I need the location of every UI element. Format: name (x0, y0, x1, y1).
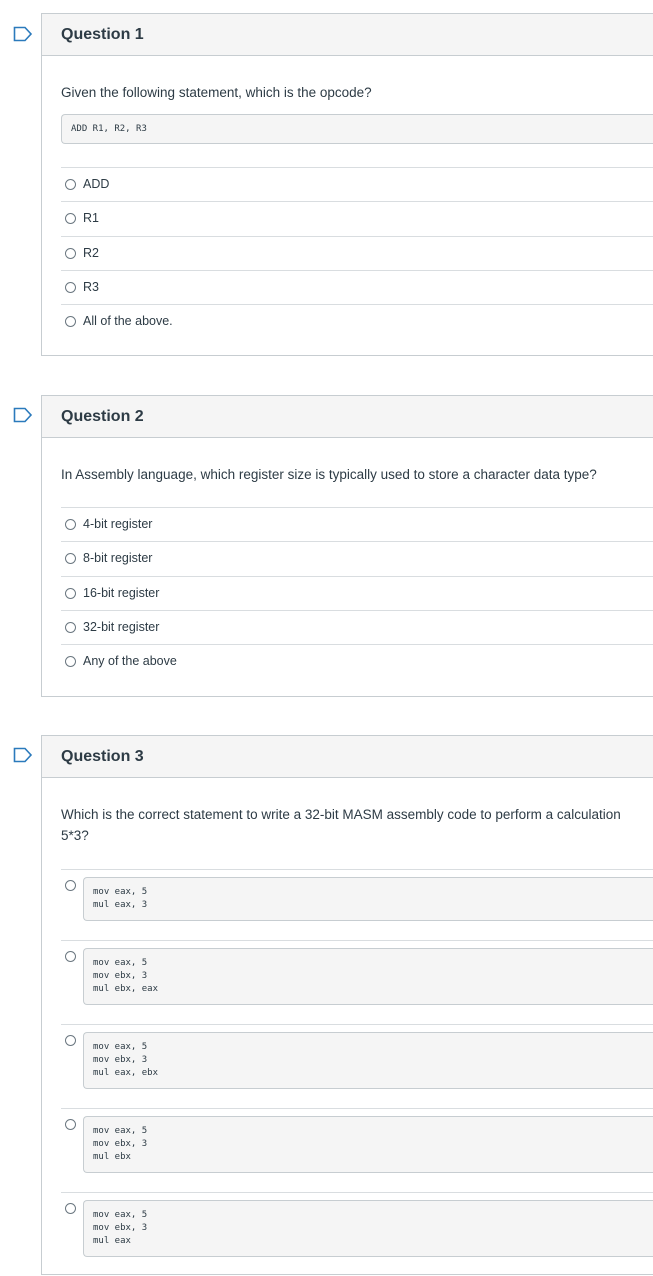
answer-option[interactable]: R2 (61, 236, 653, 270)
radio-button-icon[interactable] (65, 179, 76, 190)
answer-code-block: mov eax, 5 mul eax, 3 (83, 877, 653, 921)
flag-question-3-icon[interactable] (13, 747, 33, 763)
radio-button-icon[interactable] (65, 880, 76, 891)
radio-button-icon[interactable] (65, 1119, 76, 1130)
code-line: mul ebx (93, 1152, 131, 1162)
code-line: mov eax, 5 (93, 1210, 148, 1220)
question-2-card: Question 2 In Assembly language, which r… (41, 395, 653, 697)
code-line: mov eax, 5 (93, 958, 148, 968)
answer-option[interactable]: mov eax, 5 mov ebx, 3 mul ebx, eax (61, 940, 653, 1024)
question-3-title: Question 3 (42, 736, 653, 778)
answer-option[interactable]: Any of the above (61, 644, 653, 678)
radio-button-icon[interactable] (65, 213, 76, 224)
code-line: mul eax (93, 1236, 131, 1246)
code-line: mov ebx, 3 (93, 1139, 148, 1149)
answer-option[interactable]: mov eax, 5 mul eax, 3 (61, 869, 653, 940)
radio-button-icon[interactable] (65, 282, 76, 293)
radio-button-icon[interactable] (65, 519, 76, 530)
answer-label: R2 (83, 246, 99, 260)
radio-button-icon[interactable] (65, 588, 76, 599)
radio-button-icon[interactable] (65, 622, 76, 633)
answer-option[interactable]: mov eax, 5 mov ebx, 3 mul eax, ebx (61, 1024, 653, 1108)
answer-option[interactable]: R3 (61, 270, 653, 304)
answer-label: 8-bit register (83, 551, 153, 565)
answer-label: 16-bit register (83, 586, 160, 600)
answer-code-block: mov eax, 5 mov ebx, 3 mul ebx, eax (83, 948, 653, 1005)
radio-button-icon[interactable] (65, 656, 76, 667)
flag-question-2-icon[interactable] (13, 407, 33, 423)
code-line: mul ebx, eax (93, 984, 159, 994)
question-1-text: Given the following statement, which is … (61, 85, 372, 100)
answer-label: Any of the above (83, 654, 177, 668)
answer-label: 32-bit register (83, 620, 160, 634)
radio-button-icon[interactable] (65, 1035, 76, 1046)
answer-option[interactable]: 4-bit register (61, 507, 653, 541)
question-3-card: Question 3 Which is the correct statemen… (41, 735, 653, 1275)
question-1-card: Question 1 Given the following statement… (41, 13, 653, 356)
code-line: mul eax, ebx (93, 1068, 159, 1078)
answer-option[interactable]: 32-bit register (61, 610, 653, 644)
radio-button-icon[interactable] (65, 553, 76, 564)
radio-button-icon[interactable] (65, 1203, 76, 1214)
answer-option[interactable]: 16-bit register (61, 576, 653, 610)
flag-question-1-icon[interactable] (13, 26, 33, 42)
answer-code-block: mov eax, 5 mov ebx, 3 mul ebx (83, 1116, 653, 1173)
answer-code-block: mov eax, 5 mov ebx, 3 mul eax, ebx (83, 1032, 653, 1089)
code-line: mul eax, 3 (93, 900, 148, 910)
answer-label: R3 (83, 280, 99, 294)
answer-option[interactable]: mov eax, 5 mov ebx, 3 mul eax (61, 1192, 653, 1276)
answer-label: All of the above. (83, 314, 173, 328)
radio-button-icon[interactable] (65, 248, 76, 259)
question-3-text-line-1: Which is the correct statement to write … (61, 807, 621, 822)
answer-option[interactable]: R1 (61, 201, 653, 235)
answer-option[interactable]: 8-bit register (61, 541, 653, 575)
question-1-title: Question 1 (42, 14, 653, 56)
answer-label: 4-bit register (83, 517, 153, 531)
answer-code-block: mov eax, 5 mov ebx, 3 mul eax (83, 1200, 653, 1257)
code-line: mov ebx, 3 (93, 971, 148, 981)
code-line: mov eax, 5 (93, 1126, 148, 1136)
answer-option[interactable]: All of the above. (61, 304, 653, 338)
answer-option[interactable]: ADD (61, 167, 653, 201)
answer-option[interactable]: mov eax, 5 mov ebx, 3 mul ebx (61, 1108, 653, 1192)
question-3-text-line-2: 5*3? (61, 828, 89, 843)
code-line: mov ebx, 3 (93, 1223, 148, 1233)
radio-button-icon[interactable] (65, 951, 76, 962)
question-2-title: Question 2 (42, 396, 653, 438)
code-line: mov ebx, 3 (93, 1055, 148, 1065)
answer-label: R1 (83, 211, 99, 225)
question-2-text: In Assembly language, which register siz… (61, 467, 597, 482)
code-line: mov eax, 5 (93, 887, 148, 897)
radio-button-icon[interactable] (65, 316, 76, 327)
question-1-code: ADD R1, R2, R3 (61, 114, 653, 144)
code-line: mov eax, 5 (93, 1042, 148, 1052)
answer-label: ADD (83, 177, 110, 191)
